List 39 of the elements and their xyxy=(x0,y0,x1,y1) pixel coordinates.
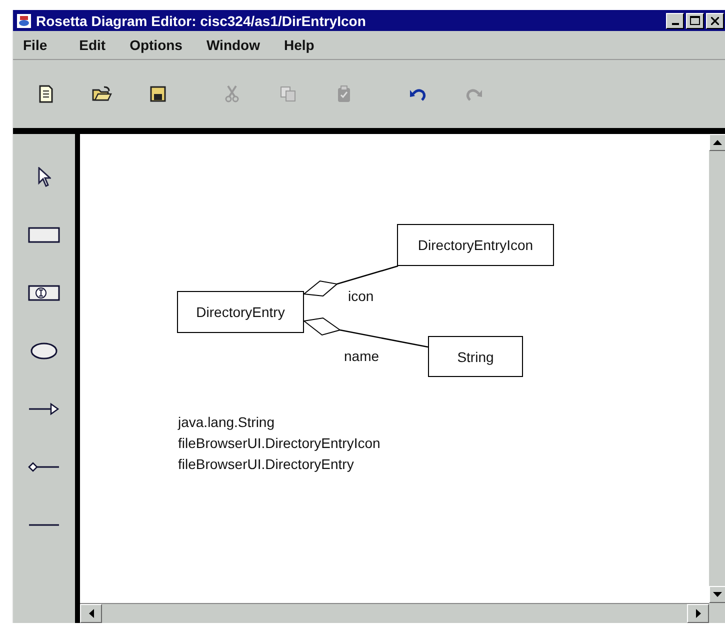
menu-item[interactable]: Window xyxy=(194,37,272,53)
up-arrow-icon xyxy=(713,140,722,145)
scroll-down-button[interactable] xyxy=(709,586,725,603)
minimize-icon xyxy=(672,22,678,24)
right-arrow-icon xyxy=(696,609,700,618)
vertical-scrollbar[interactable] xyxy=(709,134,725,603)
class-box: String xyxy=(428,336,523,377)
scroll-right-button[interactable] xyxy=(687,604,709,623)
minimize-button[interactable] xyxy=(666,12,684,28)
horizontal-scrollbar[interactable] xyxy=(80,603,709,623)
class-box: DirectoryEntry xyxy=(177,291,304,333)
note-text: java.lang.String xyxy=(178,413,276,432)
maximize-icon xyxy=(690,16,700,25)
menu-item[interactable]: File xyxy=(13,37,60,53)
menu-item[interactable]: Help xyxy=(272,37,326,53)
arrow-icon[interactable] xyxy=(28,402,60,416)
note-text: fileBrowserUI.DirectoryEntryIcon xyxy=(178,434,380,453)
close-icon xyxy=(711,16,719,24)
connector-label: icon xyxy=(348,288,374,304)
down-arrow-icon xyxy=(713,592,722,597)
diagram-canvas[interactable]: DirectoryEntryIcon DirectoryEntry String icon name java.lang.String fileBrowserUI.DirectoryEntryIcon fileBrowserUI.DirectoryEntry xyxy=(80,134,709,603)
menu-item[interactable]: Edit xyxy=(67,37,118,53)
scroll-up-button[interactable] xyxy=(709,134,725,151)
diamond-line-icon[interactable] xyxy=(28,461,60,473)
rectangle-icon[interactable] xyxy=(28,227,60,243)
left-arrow-icon xyxy=(88,609,94,618)
window-title: Rosetta Diagram Editor: cisc324/as1/DirEntryIcon xyxy=(36,12,367,28)
close-button[interactable] xyxy=(706,12,724,28)
class-box: DirectoryEntryIcon xyxy=(397,224,554,266)
menu-item[interactable]: Options xyxy=(118,37,194,53)
object-box-icon[interactable] xyxy=(28,285,60,301)
app-icon xyxy=(16,12,32,28)
scroll-left-button[interactable] xyxy=(80,604,102,623)
ellipse-icon[interactable] xyxy=(30,342,58,360)
note-text: fileBrowserUI.DirectoryEntry xyxy=(178,455,355,474)
pointer-icon[interactable] xyxy=(37,167,51,187)
connector-label: name xyxy=(344,348,380,364)
maximize-button[interactable] xyxy=(686,12,704,28)
line-icon[interactable] xyxy=(28,523,60,527)
